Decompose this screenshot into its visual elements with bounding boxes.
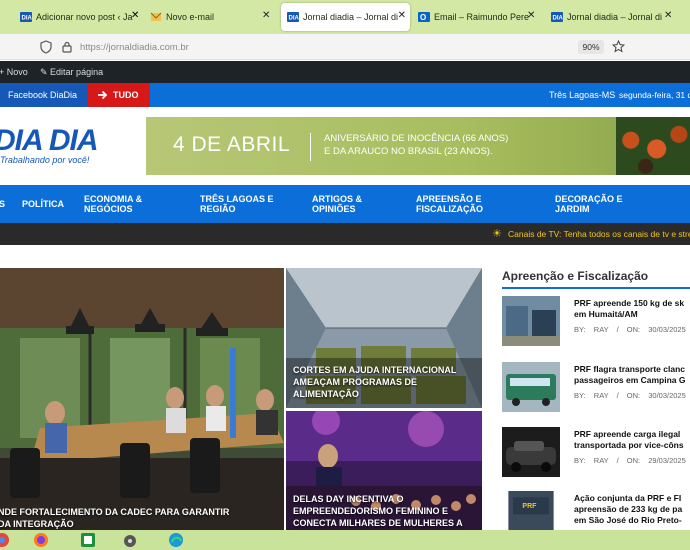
sidebar-section-title[interactable]: Apreenção e Fiscalização xyxy=(502,269,648,283)
spreadsheet-app-icon[interactable] xyxy=(80,532,96,548)
svg-text:DIA: DIA xyxy=(553,16,564,22)
edge-icon[interactable] xyxy=(168,532,184,548)
banner-date: 4 DE ABRIL xyxy=(173,133,291,156)
article-title[interactable]: PRF apreende 150 kg de sk em Humaitá/AM xyxy=(574,298,690,320)
nav-item-artigos[interactable]: ARTIGOS & OPINIÕES xyxy=(312,194,362,214)
media-app-icon[interactable] xyxy=(122,532,138,548)
article-title[interactable]: PRF apreende carga ilegal transportada p… xyxy=(574,429,690,451)
ticker-text[interactable]: Canais de TV: Tenha todos os canais de t… xyxy=(508,229,690,239)
article-meta: BY: RAY / ON: 30/03/2025 xyxy=(574,391,686,400)
main-navigation: S POLÍTICA ECONOMIA & NEGÓCIOS TRÊS LAGO… xyxy=(0,185,690,223)
zoom-level-badge[interactable]: 90% xyxy=(578,40,604,54)
tudo-label: TUDO xyxy=(113,90,139,100)
admin-edit-page-button[interactable]: ✎ Editar página xyxy=(40,67,103,78)
top-strip: Facebook DiaDia TUDO Três Lagoas-MS segu… xyxy=(0,83,690,107)
close-tab-icon[interactable]: ✕ xyxy=(527,10,535,21)
site-logo[interactable]: DIA DIA xyxy=(0,124,99,158)
featured-caption-bottom-right[interactable]: DELAS DAY INCENTIVA O EMPREENDEDORISMO F… xyxy=(293,493,463,529)
browser-tab-bar: DIA Adicionar novo post ‹ Ja ✕ Novo e-ma… xyxy=(0,0,690,34)
featured-caption-large[interactable]: NDE FORTALECIMENTO DA CADEC PARA GARANTI… xyxy=(0,506,229,530)
nav-item-tres-lagoas[interactable]: TRÊS LAGOAS E REGIÃO xyxy=(200,194,274,214)
sidebar-article[interactable]: PRF apreende 150 kg de sk em Humaitá/AM … xyxy=(502,296,690,352)
nav-item-truncated[interactable]: S xyxy=(0,199,5,209)
tab-label: Jornal diadia – Jornal di xyxy=(567,12,663,22)
bookmark-star-icon[interactable] xyxy=(612,40,625,53)
admin-new-button[interactable]: + Novo xyxy=(0,67,28,77)
featured-story-top-right[interactable]: CORTES EM AJUDA INTERNACIONAL AMEAÇAM PR… xyxy=(286,268,482,408)
pencil-icon: ✎ xyxy=(40,67,51,77)
article-meta: BY: RAY / ON: 29/03/2025 xyxy=(574,456,686,465)
tab-label: Email – Raimundo Pere xyxy=(434,12,530,22)
svg-text:DIA: DIA xyxy=(289,16,300,22)
banner-divider xyxy=(310,133,311,161)
site-favicon-icon: DIA xyxy=(20,12,32,22)
featured-story-bottom-right[interactable]: DELAS DAY INCENTIVA O EMPREENDEDORISMO F… xyxy=(286,411,482,530)
article-thumbnail-car xyxy=(502,427,560,477)
date-text: segunda-feira, 31 de xyxy=(619,90,690,100)
featured-caption-top-right[interactable]: CORTES EM AJUDA INTERNACIONAL AMEAÇAM PR… xyxy=(293,364,456,400)
browser-navigation-bar: https://jornaldiadia.com.br 90% xyxy=(0,34,690,60)
tab-label: Adicionar novo post ‹ Ja xyxy=(36,12,133,22)
article-meta: BY: RAY / ON: 30/03/2025 xyxy=(574,325,686,334)
plus-icon: + xyxy=(0,67,5,77)
sun-icon: ☀ xyxy=(492,228,502,240)
sidebar-title-underline xyxy=(502,287,690,289)
location-text: Três Lagoas-MS xyxy=(549,90,616,100)
nav-item-decoracao[interactable]: DECORAÇÃO E JARDIM xyxy=(555,194,623,214)
article-thumbnail-prf: PRF xyxy=(508,491,554,530)
sidebar-article[interactable]: PRF Ação conjunta da PRF e FI apreensão … xyxy=(502,491,690,530)
article-title[interactable]: PRF flagra transporte clanc passageiros … xyxy=(574,364,690,386)
site-favicon-icon: DIA xyxy=(551,12,563,22)
separator-text: / xyxy=(616,456,619,465)
nav-item-apreensao[interactable]: APREENSÃO E FISCALIZAÇÃO xyxy=(416,194,483,214)
close-tab-icon[interactable]: ✕ xyxy=(262,10,270,21)
news-ticker: ☀ Canais de TV: Tenha todos os canais de… xyxy=(0,223,690,245)
tab-novo-email[interactable]: Novo e-mail xyxy=(150,3,275,31)
article-thumbnail-trucks xyxy=(502,296,560,346)
facebook-link[interactable]: Facebook DiaDia xyxy=(0,83,88,107)
mail-icon xyxy=(150,12,162,21)
close-tab-icon[interactable]: ✕ xyxy=(664,10,672,21)
tab-adicionar-post[interactable]: DIA Adicionar novo post ‹ Ja xyxy=(20,3,145,31)
url-text[interactable]: https://jornaldiadia.com.br xyxy=(80,42,189,53)
featured-story-large[interactable]: NDE FORTALECIMENTO DA CADEC PARA GARANTI… xyxy=(0,268,284,530)
svg-text:DIA: DIA xyxy=(22,16,33,22)
nav-item-economia[interactable]: ECONOMIA & NEGÓCIOS xyxy=(84,194,142,214)
wp-admin-bar: + Novo ✎ Editar página xyxy=(0,61,690,83)
facebook-label: Facebook DiaDia xyxy=(8,90,78,100)
arrow-right-icon xyxy=(98,90,108,100)
tab-label: Novo e-mail xyxy=(166,12,215,22)
tab-email-raimundo[interactable]: O Email – Raimundo Pere xyxy=(418,3,540,31)
address-bar[interactable]: https://jornaldiadia.com.br xyxy=(58,37,610,57)
os-taskbar xyxy=(0,530,690,550)
meeting-room-photo xyxy=(0,268,284,530)
ad-banner[interactable]: 4 DE ABRIL ANIVERSÁRIO DE INOCÊNCIA (66 … xyxy=(146,117,690,175)
chrome-icon[interactable] xyxy=(0,532,10,548)
tab-jornal-diadia-active[interactable]: DIA Jornal diadia – Jornal di ✕ xyxy=(281,3,410,31)
sidebar-article[interactable]: PRF flagra transporte clanc passageiros … xyxy=(502,362,690,418)
banner-text: ANIVERSÁRIO DE INOCÊNCIA (66 ANOS) E DA … xyxy=(324,133,509,157)
tab-label: Jornal diadia – Jornal di xyxy=(303,12,399,22)
nav-item-politica[interactable]: POLÍTICA xyxy=(22,199,64,209)
sidebar-article[interactable]: PRF apreende carga ilegal transportada p… xyxy=(502,427,690,483)
outlook-icon: O xyxy=(418,12,430,22)
banner-fruit-image xyxy=(616,117,690,175)
separator-text: / xyxy=(616,391,619,400)
firefox-icon[interactable] xyxy=(33,532,49,548)
site-favicon-icon: DIA xyxy=(287,12,299,22)
article-title[interactable]: Ação conjunta da PRF e FI apreensão de 2… xyxy=(574,493,690,526)
shield-icon[interactable] xyxy=(40,40,52,54)
separator-text: / xyxy=(616,325,619,334)
article-thumbnail-bus xyxy=(502,362,560,412)
svg-text:PRF: PRF xyxy=(522,503,537,510)
svg-text:O: O xyxy=(420,13,426,22)
close-tab-icon[interactable]: ✕ xyxy=(398,10,406,22)
site-header: DIA DIA Trabalhando por você! 4 DE ABRIL… xyxy=(0,107,690,185)
close-tab-icon[interactable]: ✕ xyxy=(131,10,139,21)
tudo-button[interactable]: TUDO xyxy=(88,83,150,107)
site-tagline: Trabalhando por você! xyxy=(0,155,90,165)
